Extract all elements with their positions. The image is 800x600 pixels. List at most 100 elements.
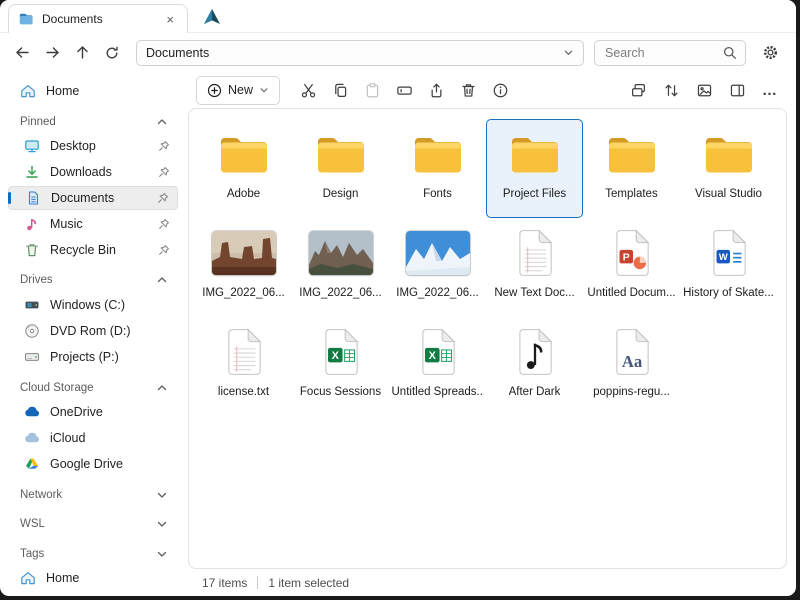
rename-icon xyxy=(396,82,413,99)
sidebar-item-recycle-bin[interactable]: Recycle Bin xyxy=(8,238,178,262)
sidebar-item-label: Music xyxy=(50,216,83,231)
delete-button[interactable] xyxy=(454,76,482,104)
search-box[interactable] xyxy=(594,39,746,66)
up-arrow-icon xyxy=(74,44,91,61)
chevron-down-icon xyxy=(156,518,168,530)
preview-button[interactable] xyxy=(690,76,718,104)
onedrive-cloud-icon xyxy=(24,404,40,420)
new-button[interactable]: New xyxy=(196,75,281,105)
sidebar-item-music[interactable]: Music xyxy=(8,212,178,236)
tile-after-dark[interactable]: After Dark xyxy=(486,317,583,416)
folder-icon xyxy=(509,127,561,181)
sidebar-section-network[interactable]: Network xyxy=(8,484,178,506)
tile-license-txt[interactable]: license.txt xyxy=(195,317,292,416)
search-input[interactable] xyxy=(603,44,722,61)
sync-status-button[interactable] xyxy=(624,76,652,104)
share-button[interactable] xyxy=(422,76,450,104)
file-list-panel: Adobe Design Fonts Project Files Templat… xyxy=(188,108,787,569)
tile-adobe[interactable]: Adobe xyxy=(195,119,292,218)
chevron-down-icon[interactable] xyxy=(563,47,574,58)
tile-visual-studio[interactable]: Visual Studio xyxy=(680,119,777,218)
photo-thumbnail xyxy=(309,231,373,275)
preview-image-icon xyxy=(696,82,713,99)
sidebar-section-pinned[interactable]: Pinned xyxy=(8,111,178,133)
tab-documents[interactable]: Documents × xyxy=(8,4,188,33)
back-button[interactable] xyxy=(8,39,36,67)
properties-button[interactable] xyxy=(486,76,514,104)
sidebar-item-icloud[interactable]: iCloud xyxy=(8,426,178,450)
sidebar-section-wsl[interactable]: WSL xyxy=(8,514,178,536)
tile-design[interactable]: Design xyxy=(292,119,389,218)
sidebar-item-label: DVD Rom (D:) xyxy=(50,323,131,338)
pin-icon xyxy=(158,166,170,178)
sidebar-item-dvd-rom-d[interactable]: DVD Rom (D:) xyxy=(8,319,178,343)
sort-arrows-icon xyxy=(663,82,680,99)
ellipsis-icon: … xyxy=(762,81,778,99)
address-bar[interactable]: Documents xyxy=(136,39,584,66)
file-name: IMG_2022_06... xyxy=(396,287,479,299)
tile-history-of-skate[interactable]: History of Skate... xyxy=(680,218,777,317)
sidebar-section-drives[interactable]: Drives xyxy=(8,269,178,291)
sidebar-section-cloud-storage[interactable]: Cloud Storage xyxy=(8,377,178,399)
file-name: license.txt xyxy=(217,386,270,398)
clipboard-icon xyxy=(364,82,381,99)
tile-untitled-document[interactable]: Untitled Docum... xyxy=(583,218,680,317)
refresh-button[interactable] xyxy=(98,39,126,67)
sidebar-item-google-drive[interactable]: Google Drive xyxy=(8,452,178,476)
search-icon xyxy=(722,45,737,60)
sidebar-item-label: Home xyxy=(46,83,80,98)
file-name: Untitled Docum... xyxy=(587,287,676,299)
forward-button[interactable] xyxy=(38,39,66,67)
tile-img-1[interactable]: IMG_2022_06... xyxy=(195,218,292,317)
sidebar-item-label: Windows (C:) xyxy=(50,298,126,313)
sidebar-item-desktop[interactable]: Desktop xyxy=(8,135,178,159)
sidebar-item-label: Documents xyxy=(51,191,115,206)
address-text: Documents xyxy=(146,45,210,60)
sidebar-item-downloads[interactable]: Downloads xyxy=(8,160,178,184)
refresh-icon xyxy=(104,45,120,61)
command-toolbar: New … xyxy=(186,72,796,108)
tile-new-text-doc[interactable]: New Text Doc... xyxy=(486,218,583,317)
tile-img-2[interactable]: IMG_2022_06... xyxy=(292,218,389,317)
sidebar-item-windows-c[interactable]: Windows (C:) xyxy=(8,293,178,317)
sidebar-item-home-bottom[interactable]: Home xyxy=(8,566,178,590)
google-drive-icon xyxy=(24,456,40,472)
tile-untitled-spreadsheet[interactable]: Untitled Spreads... xyxy=(389,317,486,416)
recycle-bin-icon xyxy=(24,242,40,258)
rename-button[interactable] xyxy=(390,76,418,104)
sidebar-item-projects-p[interactable]: Projects (P:) xyxy=(8,345,178,369)
paste-button[interactable] xyxy=(358,76,386,104)
info-circle-icon xyxy=(492,82,509,99)
close-tab-icon[interactable]: × xyxy=(162,11,178,28)
photo-thumbnail xyxy=(406,231,470,275)
downloads-icon xyxy=(24,164,40,180)
sidebar-item-onedrive[interactable]: OneDrive xyxy=(8,400,178,424)
sidebar-item-label: Google Drive xyxy=(50,456,123,471)
chevron-up-icon xyxy=(156,116,168,128)
up-button[interactable] xyxy=(68,39,96,67)
more-options-button[interactable]: … xyxy=(756,76,784,104)
section-label: Drives xyxy=(20,274,53,287)
sidebar-item-home[interactable]: Home xyxy=(8,79,178,103)
chevron-down-icon xyxy=(156,489,168,501)
desktop-icon xyxy=(24,138,40,154)
tile-img-3[interactable]: IMG_2022_06... xyxy=(389,218,486,317)
sidebar-item-documents[interactable]: Documents xyxy=(8,186,178,210)
cut-button[interactable] xyxy=(294,76,322,104)
tile-templates[interactable]: Templates xyxy=(583,119,680,218)
tile-poppins-regular[interactable]: poppins-regu... xyxy=(583,317,680,416)
folder-icon xyxy=(315,127,367,181)
section-label: Network xyxy=(20,488,63,501)
sort-button[interactable] xyxy=(657,76,685,104)
file-name: History of Skate... xyxy=(683,287,774,299)
sidebar-section-tags[interactable]: Tags xyxy=(8,543,178,565)
tile-fonts[interactable]: Fonts xyxy=(389,119,486,218)
copy-button xyxy=(326,76,354,104)
details-pane-button[interactable] xyxy=(723,76,751,104)
tile-project-files[interactable]: Project Files xyxy=(486,119,583,218)
copy-icon xyxy=(332,82,349,99)
powerpoint-file-icon xyxy=(612,226,652,280)
tile-focus-sessions[interactable]: Focus Sessions xyxy=(292,317,389,416)
details-pane-icon xyxy=(729,82,746,99)
settings-button[interactable] xyxy=(756,39,784,67)
